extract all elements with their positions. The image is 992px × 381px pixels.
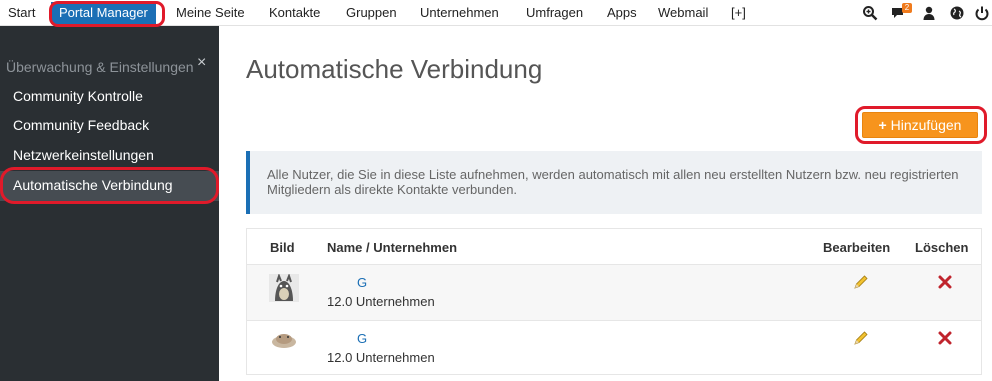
- edit-pencil-icon[interactable]: [853, 330, 869, 346]
- sidebar-item-community-kontrolle[interactable]: Community Kontrolle: [13, 88, 143, 104]
- nav-meine-seite[interactable]: Meine Seite: [176, 0, 245, 26]
- sidebar-item-community-feedback[interactable]: Community Feedback: [13, 117, 149, 133]
- table-row: G 12.0 Unternehmen: [247, 264, 981, 320]
- power-icon[interactable]: [974, 5, 990, 21]
- nav-unternehmen[interactable]: Unternehmen: [420, 0, 499, 26]
- row-name[interactable]: G: [357, 275, 367, 290]
- notification-badge: 2: [902, 3, 912, 13]
- table-row: G 12.0 Unternehmen: [247, 320, 981, 376]
- nav-start[interactable]: Start: [8, 0, 35, 26]
- avatar[interactable]: [269, 274, 299, 302]
- header-name: Name / Unternehmen: [327, 240, 458, 255]
- highlight-sidebar-item: [0, 167, 219, 204]
- delete-x-icon[interactable]: [937, 330, 953, 346]
- header-bild: Bild: [270, 240, 295, 255]
- add-button[interactable]: + Hinzufügen: [862, 112, 978, 138]
- nav-umfragen[interactable]: Umfragen: [526, 0, 583, 26]
- add-button-label: Hinzufügen: [890, 117, 962, 133]
- nav-apps[interactable]: Apps: [607, 0, 637, 26]
- row-company: 12.0 Unternehmen: [327, 350, 435, 365]
- search-zoom-icon[interactable]: [862, 5, 878, 21]
- row-name[interactable]: G: [357, 331, 367, 346]
- sidebar-section-title: Überwachung & Einstellungen: [6, 59, 194, 75]
- close-icon[interactable]: ×: [197, 55, 211, 71]
- sidebar-item-netzwerkeinstellungen[interactable]: Netzwerkeinstellungen: [13, 147, 154, 163]
- nav-more[interactable]: [+]: [731, 0, 746, 26]
- delete-x-icon[interactable]: [937, 274, 953, 290]
- highlight-portal-manager: [49, 1, 165, 27]
- header-bearbeiten: Bearbeiten: [823, 240, 891, 255]
- page-title: Automatische Verbindung: [246, 54, 543, 84]
- edit-pencil-icon[interactable]: [853, 274, 869, 290]
- plus-icon: +: [878, 117, 887, 133]
- info-text: Alle Nutzer, die Sie in diese Liste aufn…: [267, 167, 959, 197]
- avatar[interactable]: [269, 326, 299, 354]
- user-icon[interactable]: [921, 5, 937, 21]
- nav-gruppen[interactable]: Gruppen: [346, 0, 397, 26]
- info-box: Alle Nutzer, die Sie in diese Liste aufn…: [246, 151, 982, 214]
- header-loeschen: Löschen: [915, 240, 969, 255]
- nav-webmail[interactable]: Webmail: [658, 0, 708, 26]
- row-company: 12.0 Unternehmen: [327, 294, 435, 309]
- globe-icon[interactable]: [949, 5, 965, 21]
- nav-kontakte[interactable]: Kontakte: [269, 0, 320, 26]
- connection-table: Bild Name / Unternehmen Bearbeiten Lösch…: [246, 228, 982, 375]
